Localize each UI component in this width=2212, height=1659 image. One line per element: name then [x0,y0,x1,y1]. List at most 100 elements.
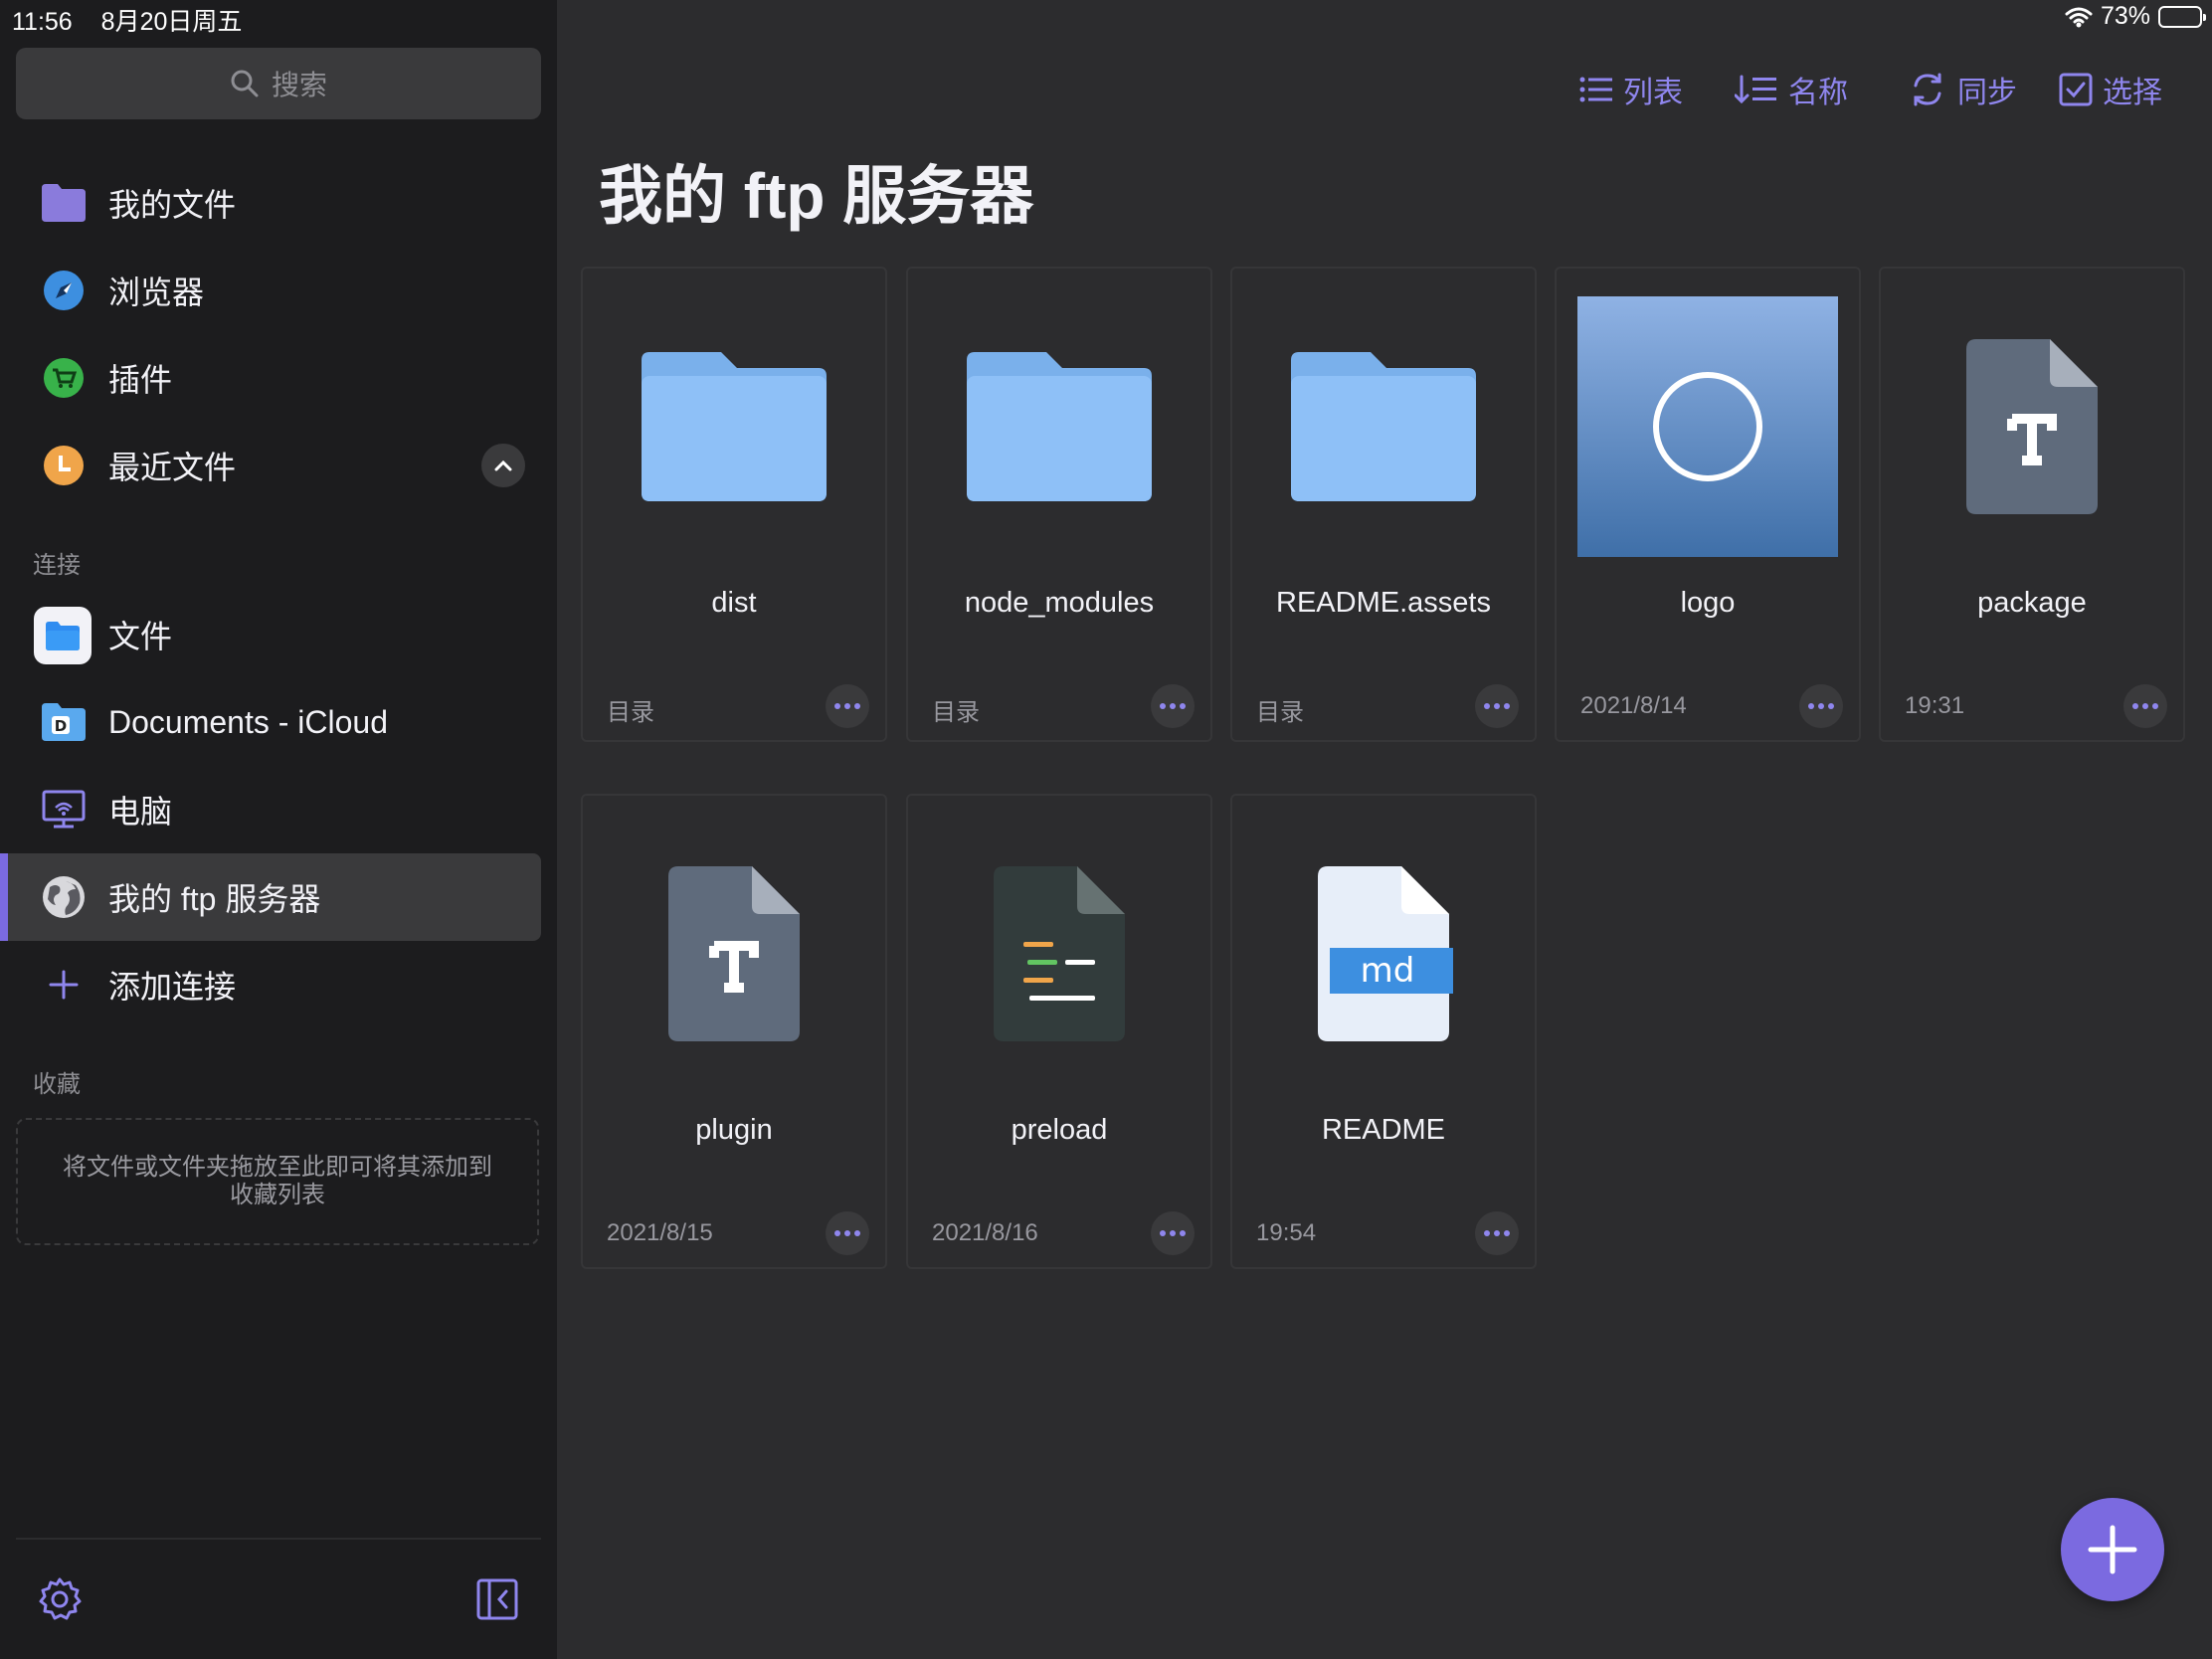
purple-folder-icon [42,181,86,225]
sort-button[interactable]: 名称 [1735,68,1848,111]
sidebar-item-computer[interactable]: 电脑 [0,766,541,853]
documents-folder-icon: D [42,700,86,744]
settings-button[interactable] [36,1575,84,1623]
chevron-up-icon [494,460,512,471]
files-app-icon [34,607,92,664]
favorites-drop-zone[interactable]: 将文件或文件夹拖放至此即可将其添加到收藏列表 [16,1118,539,1245]
more-options-button[interactable] [1151,684,1195,728]
sync-label: 同步 [1957,77,2017,109]
file-meta: 目录 [932,699,980,726]
file-card-logo[interactable]: logo 2021/8/14 [1555,267,1861,742]
file-name: package [1977,587,2087,619]
file-card-plugin[interactable]: plugin 2021/8/15 [581,794,887,1269]
svg-text:D: D [55,717,67,735]
more-options-button[interactable] [1475,684,1519,728]
search-placeholder: 搜索 [271,70,327,100]
folder-icon [1232,292,1535,561]
file-name: logo [1680,587,1736,619]
more-options-button[interactable] [1799,684,1843,728]
file-card-node-modules[interactable]: node_modules 目录 [906,267,1212,742]
file-card-preload[interactable]: preload 2021/8/16 [906,794,1212,1269]
file-meta: 2021/8/15 [607,1219,713,1246]
select-label: 选择 [2103,77,2162,109]
sidebar-item-add-connection[interactable]: 添加连接 [0,941,541,1028]
status-time: 11:56 [12,8,73,36]
connections-section-title: 连接 [33,552,81,579]
sidebar-item-label: 我的文件 [108,187,237,223]
page-title: 我的 ftp 服务器 [599,160,1034,232]
status-bar-left: 11:56 8月20日周五 [12,2,264,38]
text-file-icon [1881,292,2183,561]
search-input[interactable]: 搜索 [16,48,541,119]
more-options-button[interactable] [2123,684,2167,728]
more-options-button[interactable] [1475,1211,1519,1255]
sidebar-item-label: 浏览器 [108,275,205,310]
file-name: plugin [695,1114,773,1146]
sync-button[interactable]: 同步 [1908,68,2017,111]
file-name: node_modules [964,587,1155,619]
sidebar-item-files-app[interactable]: 文件 [0,591,541,678]
file-meta: 2021/8/16 [932,1219,1038,1246]
globe-icon [42,875,86,919]
add-button[interactable] [2061,1498,2164,1601]
list-view-label: 列表 [1623,77,1683,109]
checkbox-icon [2059,73,2093,106]
file-card-readme[interactable]: md README 19:54 [1230,794,1537,1269]
sync-icon [1914,73,1941,106]
sidebar-item-label: 电脑 [108,794,173,830]
folder-icon [583,292,885,561]
sidebar-item-ftp-server[interactable]: 我的 ftp 服务器 [0,853,541,941]
file-card-readme-assets[interactable]: README.assets 目录 [1230,267,1537,742]
sidebar-item-label: 文件 [108,619,173,654]
sidebar-item-recent-files[interactable]: 最近文件 [0,422,541,509]
plus-icon [2088,1525,2137,1574]
favorites-hint: 将文件或文件夹拖放至此即可将其添加到收藏列表 [63,1154,492,1208]
sort-label: 名称 [1788,77,1848,109]
sidebar: 11:56 8月20日周五 搜索 我的文件 浏览器 插件 最近文件 连接 文件 … [0,0,557,1659]
file-card-dist[interactable]: dist 目录 [581,267,887,742]
folder-icon [908,292,1210,561]
battery-icon [2158,5,2206,28]
sidebar-item-plugins[interactable]: 插件 [0,334,541,422]
file-name: README.assets [1276,587,1491,619]
clock-icon [42,444,86,487]
sidebar-item-label: 添加连接 [108,969,237,1005]
more-options-button[interactable] [826,1211,869,1255]
main-content: 73% 列表 名称 同步 选择 我的 ftp 服务器 dist 目录 node_… [557,0,2212,1659]
file-card-package[interactable]: package 19:31 [1879,267,2185,742]
sidebar-collapse-icon [476,1578,518,1620]
computer-icon [42,788,86,831]
compass-icon [42,269,86,312]
sidebar-item-label: 最近文件 [108,450,237,485]
file-meta: 19:31 [1905,692,1965,719]
gear-icon [39,1577,82,1620]
list-icon [1579,77,1612,102]
image-thumbnail [1557,292,1859,561]
more-options-button[interactable] [826,684,869,728]
sidebar-item-label: 我的 ftp 服务器 [108,881,321,917]
file-meta: 19:54 [1256,1219,1317,1246]
file-meta: 目录 [1256,699,1304,726]
sort-icon [1735,75,1776,104]
cart-icon [42,356,86,400]
sidebar-item-browser[interactable]: 浏览器 [0,247,541,334]
select-button[interactable]: 选择 [2059,68,2162,111]
wifi-icon [2065,7,2093,27]
status-date: 8月20日周五 [100,8,243,36]
md-badge: md [1361,951,1415,991]
sidebar-item-label: Documents - iCloud [108,703,388,740]
sidebar-item-label: 插件 [108,362,173,398]
list-view-button[interactable]: 列表 [1579,68,1683,111]
favorites-section-title: 收藏 [33,1071,81,1098]
collapse-recent-button[interactable] [481,444,525,487]
file-name: preload [1011,1114,1108,1146]
sidebar-item-my-files[interactable]: 我的文件 [0,159,541,247]
text-file-icon [583,820,885,1088]
sidebar-item-documents-icloud[interactable]: D Documents - iCloud [0,678,541,766]
search-icon [231,70,259,97]
more-options-button[interactable] [1151,1211,1195,1255]
file-name: dist [711,587,757,619]
markdown-file-icon: md [1232,820,1535,1088]
collapse-sidebar-button[interactable] [475,1577,519,1621]
file-name: README [1321,1114,1446,1146]
